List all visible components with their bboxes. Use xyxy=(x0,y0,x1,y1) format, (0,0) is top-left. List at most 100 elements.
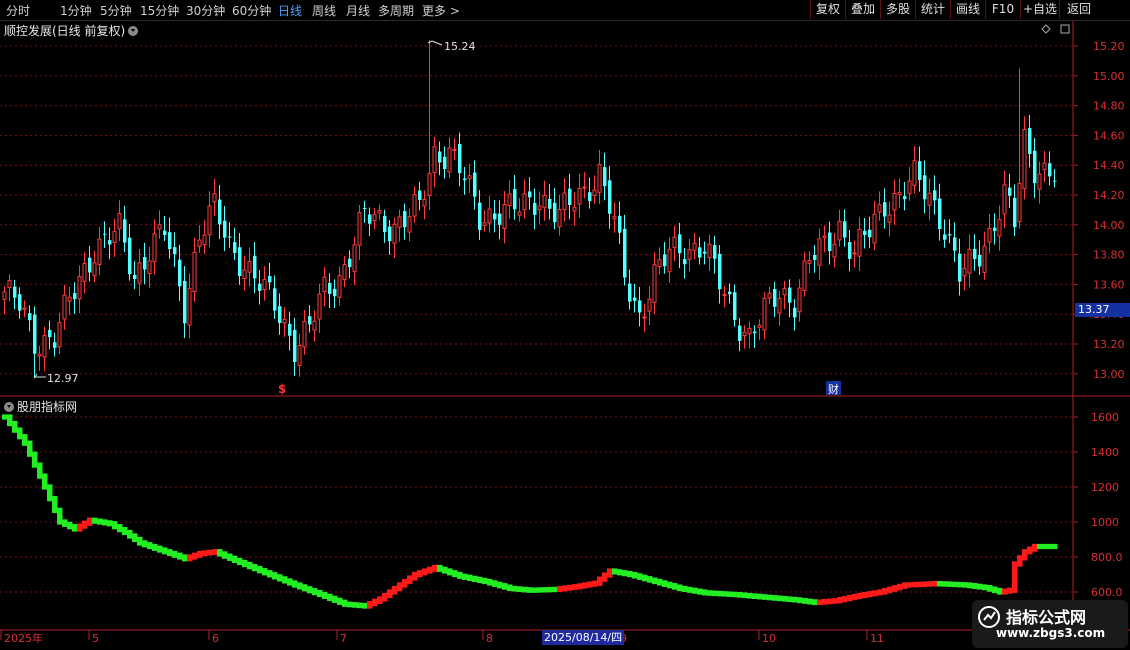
indicator-tick-label: 600.0 xyxy=(1091,586,1123,599)
candle-body-down xyxy=(28,313,32,321)
indicator-dropdown-icon[interactable] xyxy=(4,402,14,412)
indicator-step xyxy=(397,582,403,592)
indicator-step xyxy=(942,581,948,587)
candle-body-up xyxy=(337,275,342,298)
indicator-tick-label: 1200 xyxy=(1091,481,1119,494)
indicator-step xyxy=(792,596,798,603)
indicator-step xyxy=(277,574,283,582)
indicator-step xyxy=(877,589,883,596)
candle-body-up xyxy=(392,223,397,244)
candle-body-up xyxy=(352,244,357,272)
current-price-label: 13.37 xyxy=(1075,303,1130,317)
indicator-step xyxy=(282,576,288,584)
indicator-step xyxy=(482,577,488,585)
candle-body-up xyxy=(557,209,562,228)
price-tick-label: 14.00 xyxy=(1093,219,1125,232)
price-tick-label: 14.80 xyxy=(1093,100,1125,113)
high-arrow-icon xyxy=(427,40,443,46)
candle-body-up xyxy=(432,146,437,174)
indicator-step xyxy=(857,592,863,599)
indicator-step xyxy=(902,582,908,590)
candle-body-up xyxy=(687,249,692,260)
indicator-step xyxy=(972,583,978,589)
indicator-step xyxy=(897,583,903,591)
indicator-step xyxy=(257,566,263,574)
indicator-step xyxy=(672,583,678,590)
candle-body-down xyxy=(923,175,927,200)
watermark-logo-icon xyxy=(978,606,1000,628)
main-chart-title[interactable]: 顺控发展(日线 前复权) xyxy=(4,22,139,39)
candle-body-down xyxy=(978,254,982,267)
indicator-title[interactable]: 股朋指标网 xyxy=(4,398,77,415)
candle-body-up xyxy=(377,210,382,214)
indicator-step xyxy=(547,586,553,593)
indicator-step xyxy=(462,573,468,580)
candle-body-up xyxy=(372,214,377,222)
date-tick-label: 5 xyxy=(92,632,99,645)
indicator-step xyxy=(312,588,318,596)
candle-body-up xyxy=(282,318,287,324)
indicator-step xyxy=(767,594,773,601)
indicator-step xyxy=(127,529,133,539)
indicator-step xyxy=(422,568,428,576)
candle-body-up xyxy=(147,260,152,274)
candle-body-up xyxy=(982,245,987,273)
indicator-step xyxy=(667,581,673,589)
indicator-step xyxy=(87,517,93,526)
price-tick-label: 13.60 xyxy=(1093,278,1125,291)
indicator-step xyxy=(512,585,518,592)
dropdown-icon[interactable] xyxy=(128,26,139,36)
chart-canvas[interactable]: 15.20 15.00 14.80 14.60 14.40 14.20 14.00 13.80… xyxy=(0,0,1130,650)
indicator-step xyxy=(1002,588,1008,595)
candle-body-up xyxy=(522,193,527,211)
indicator-step xyxy=(517,586,523,592)
candle-body-up xyxy=(152,233,157,263)
candle-body-up xyxy=(722,293,727,296)
indicator-step xyxy=(522,586,528,593)
indicator-step xyxy=(622,570,628,577)
indicator-step xyxy=(42,473,48,490)
indicator-step xyxy=(577,583,583,590)
candle-body-up xyxy=(822,235,827,239)
indicator-step xyxy=(927,581,933,587)
indicator-step xyxy=(637,573,643,580)
indicator-step xyxy=(1047,543,1053,550)
indicator-step xyxy=(92,517,98,524)
indicator-step xyxy=(562,585,568,592)
indicator-step xyxy=(342,599,348,607)
candle-body-up xyxy=(897,191,902,195)
indicator-step xyxy=(357,602,363,609)
indicator-step xyxy=(532,587,538,593)
candle-body-down xyxy=(163,230,167,236)
candle-body-down xyxy=(308,316,312,325)
candle-body-up xyxy=(927,192,932,206)
candle-body-up xyxy=(447,147,452,173)
indicator-step xyxy=(727,591,733,597)
candle-body-down xyxy=(288,323,292,336)
candle-body-up xyxy=(672,236,677,248)
candle-body-up xyxy=(357,212,362,246)
candle-body-down xyxy=(588,192,592,202)
indicator-step xyxy=(732,591,738,598)
candle-body-down xyxy=(633,297,637,301)
candle-body-up xyxy=(777,297,782,314)
candle-body-up xyxy=(157,224,162,230)
candle-body-up xyxy=(657,259,662,267)
indicator-step xyxy=(737,592,743,598)
indicator-step xyxy=(237,557,243,566)
price-tick-label: 13.00 xyxy=(1093,368,1125,381)
date-tick-label: 2025年 xyxy=(4,631,43,645)
indicator-step xyxy=(1007,587,1013,594)
indicator-step xyxy=(152,543,158,551)
candle-body-down xyxy=(273,288,277,311)
candle-body-down xyxy=(958,253,962,282)
indicator-step xyxy=(1012,561,1018,593)
candle-body-down xyxy=(848,242,852,259)
candle-body-up xyxy=(837,220,842,241)
candle-body-up xyxy=(427,172,432,196)
candle-body-down xyxy=(268,276,272,283)
candle-body-down xyxy=(903,196,907,200)
candle-body-down xyxy=(183,280,187,324)
indicator-step xyxy=(812,599,818,606)
indicator-step xyxy=(437,564,443,572)
